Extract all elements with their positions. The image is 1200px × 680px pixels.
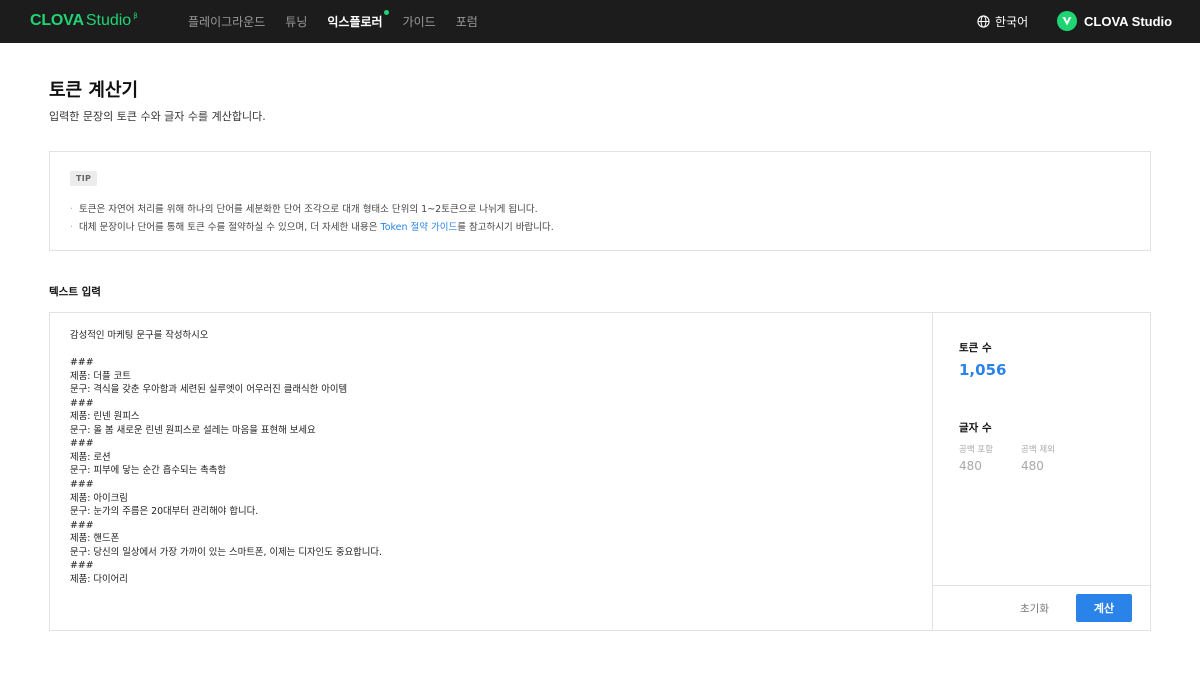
text-input-content[interactable]: 감성적인 마케팅 문구를 작성하시오 ### 제품: 더플 코트 문구: 격식을… <box>70 329 912 586</box>
logo-beta-mark: β <box>133 12 138 20</box>
reset-button[interactable]: 초기화 <box>1020 601 1049 616</box>
calculate-button[interactable]: 계산 <box>1076 594 1132 622</box>
logo-studio-text: Studio <box>85 12 132 29</box>
without-spaces-label: 공백 제외 <box>1021 445 1055 455</box>
top-nav-bar: CLOVA Studio β 플레이그라운드 튜닝 익스플로러 가이드 포럼 한… <box>0 0 1200 43</box>
text-input-label: 텍스트 입력 <box>49 286 101 298</box>
nav-item-explorer-label: 익스플로러 <box>327 15 383 29</box>
account-menu[interactable]: CLOVA Studio <box>1057 11 1172 31</box>
nav-item-playground[interactable]: 플레이그라운드 <box>188 13 265 30</box>
clova-avatar-icon <box>1057 11 1077 31</box>
bullet-icon: · <box>70 222 74 233</box>
account-name: CLOVA Studio <box>1084 13 1173 29</box>
stats-panel: 토큰 수 1,056 글자 수 공백 포함 공백 제외 480 480 초기화 … <box>933 313 1150 630</box>
main-nav: 플레이그라운드 튜닝 익스플로러 가이드 포럼 <box>188 0 498 43</box>
nav-item-forum[interactable]: 포럼 <box>456 13 478 30</box>
token-count-value: 1,056 <box>959 361 1007 379</box>
stats-divider <box>933 585 1150 586</box>
tip-badge: TIP <box>70 171 98 186</box>
tip-text-2-before: 대체 문장이나 단어를 통해 토큰 수를 절약하실 수 있으며, 더 자세한 내… <box>79 222 381 233</box>
tip-line-2: · 대체 문장이나 단어를 통해 토큰 수를 절약하실 수 있으며, 더 자세한 … <box>70 219 554 233</box>
clova-studio-logo[interactable]: CLOVA Studio β <box>30 12 138 30</box>
token-calculator-panel: 감성적인 마케팅 문구를 작성하시오 ### 제품: 더플 코트 문구: 격식을… <box>49 312 1151 631</box>
with-spaces-label: 공백 포함 <box>959 445 993 455</box>
tip-box: TIP · 토큰은 자연어 처리를 위해 하나의 단어를 세분화한 단어 조각으로… <box>49 151 1151 251</box>
without-spaces-value: 480 <box>1021 459 1044 473</box>
token-saving-guide-link[interactable]: Token 절약 가이드 <box>381 222 458 233</box>
language-selector[interactable]: 한국어 <box>977 13 1028 30</box>
text-input-area[interactable]: 감성적인 마케팅 문구를 작성하시오 ### 제품: 더플 코트 문구: 격식을… <box>50 313 933 630</box>
page-description: 입력한 문장의 토큰 수와 글자 수를 계산합니다. <box>49 110 266 123</box>
tip-text-2-after: 를 참고하시기 바랍니다. <box>457 222 554 233</box>
token-count-label: 토큰 수 <box>959 342 992 354</box>
language-label: 한국어 <box>995 15 1029 29</box>
page-title: 토큰 계산기 <box>49 80 139 101</box>
logo-clova-text: CLOVA <box>30 12 84 29</box>
globe-icon <box>977 15 990 28</box>
nav-item-explorer[interactable]: 익스플로러 <box>327 10 389 30</box>
new-indicator-dot <box>383 10 389 15</box>
char-count-label: 글자 수 <box>959 422 992 434</box>
bullet-icon: · <box>70 204 74 215</box>
nav-item-tuning[interactable]: 튜닝 <box>285 13 307 30</box>
nav-item-guide[interactable]: 가이드 <box>403 13 436 30</box>
with-spaces-value: 480 <box>959 459 982 473</box>
tip-line-1: · 토큰은 자연어 처리를 위해 하나의 단어를 세분화한 단어 조각으로 대개 … <box>70 201 538 215</box>
tip-text-1: 토큰은 자연어 처리를 위해 하나의 단어를 세분화한 단어 조각으로 대개 형… <box>79 204 538 215</box>
